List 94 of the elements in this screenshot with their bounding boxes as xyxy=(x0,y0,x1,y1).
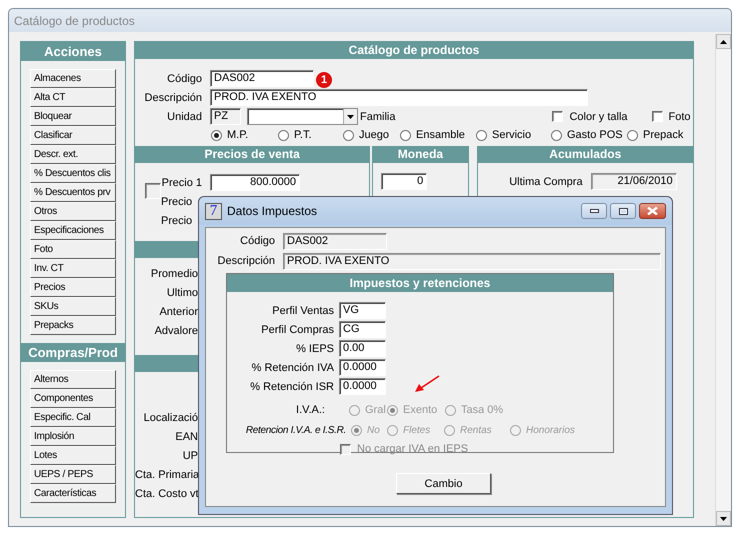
radio-button[interactable]: P.T. xyxy=(278,129,343,141)
radio-button[interactable]: Gasto POS xyxy=(551,129,627,141)
field-label: Descripción xyxy=(144,92,202,104)
sidebar-button[interactable]: SKUs xyxy=(30,297,116,316)
field-label: % IEPS xyxy=(295,342,334,354)
sidebar-button[interactable]: Alta CT xyxy=(30,88,116,107)
input-field[interactable]: DAS002 xyxy=(210,70,314,87)
field-label: Código xyxy=(239,235,275,247)
field-label: Retencion I.V.A. e I.S.R. xyxy=(244,424,346,436)
arrow-icon xyxy=(414,375,440,393)
field-label: Precio 1 xyxy=(161,176,202,188)
field-label: Localizació xyxy=(142,411,198,426)
unit-field: PZ xyxy=(210,108,241,125)
dropdown[interactable] xyxy=(247,108,358,125)
field-label: Perfil Ventas xyxy=(271,304,334,316)
field-label: I.V.A.: xyxy=(295,404,325,416)
field-label: Cta. Primaria xyxy=(135,468,198,483)
sidebar-button[interactable]: Otros xyxy=(30,202,116,221)
scroll-down-icon[interactable] xyxy=(716,511,731,526)
field-label: % Retención ISR xyxy=(249,380,334,392)
radio-button[interactable]: Prepack xyxy=(627,129,684,141)
sidebar-button[interactable]: Inv. CT xyxy=(30,259,116,278)
field-label: Advalore xyxy=(154,324,198,339)
field-label: Ultima Compra xyxy=(508,176,583,188)
sidebar-button[interactable]: Especificaciones xyxy=(30,221,116,240)
sidebar-button[interactable]: Especific. Cal xyxy=(30,408,116,427)
field-label: EAN xyxy=(174,430,198,445)
maximize-button[interactable] xyxy=(610,203,636,219)
panel-header: Catálogo de productos xyxy=(135,42,693,59)
sidebar-button[interactable]: % Descuentos clis xyxy=(30,164,116,183)
input-field[interactable]: 800.0000 xyxy=(210,174,300,191)
minimize-icon xyxy=(590,209,598,213)
radio-button[interactable]: Juego xyxy=(343,129,400,141)
radio-button[interactable]: Ensamble xyxy=(400,129,476,141)
checkbox[interactable]: Foto xyxy=(652,110,691,122)
sidebar-button[interactable]: Clasificar xyxy=(30,126,116,145)
radio-button[interactable]: M.P. xyxy=(211,129,278,141)
sidebar-button[interactable]: % Descuentos prv xyxy=(30,183,116,202)
input-field[interactable]: 0.0000 xyxy=(339,378,386,395)
sidebar-button[interactable]: Componentes xyxy=(30,389,116,408)
input-field[interactable]: 0.00 xyxy=(339,340,386,357)
sidebar-button[interactable]: Lotes xyxy=(30,446,116,465)
window-title: Catálogo de productos xyxy=(14,14,135,28)
radio-button[interactable]: Servicio xyxy=(476,129,551,141)
minimize-button[interactable] xyxy=(581,203,607,219)
sidebar-button[interactable]: Precios xyxy=(30,278,116,297)
field-label: % Retención IVA xyxy=(250,362,334,374)
section-header: Acciones xyxy=(21,42,125,61)
app-icon: 7 xyxy=(205,202,222,220)
sidebar-button[interactable]: Alternos xyxy=(30,370,116,389)
maximize-icon xyxy=(618,208,628,214)
field-label: UP xyxy=(182,449,198,464)
input-field: DAS002 xyxy=(283,232,387,250)
checkbox[interactable]: Color y talla xyxy=(552,110,628,122)
field-label: Familia xyxy=(360,110,396,122)
close-icon xyxy=(647,207,658,215)
group-header: Impuestos y retenciones xyxy=(227,274,613,292)
section-header: Compras/Prod xyxy=(21,343,125,362)
number-badge: 1 xyxy=(316,72,332,88)
field-label: Ultimo xyxy=(166,286,198,301)
close-button[interactable] xyxy=(639,203,666,219)
input-field[interactable]: PROD. IVA EXENTO xyxy=(210,89,588,106)
input-field[interactable]: CG xyxy=(339,321,386,338)
field-label: Anterior xyxy=(158,305,198,320)
section-header: Precios de venta xyxy=(135,146,370,163)
sidebar-button[interactable]: Características xyxy=(30,484,116,503)
field-label: Precio xyxy=(161,196,194,208)
field-label: Promedio xyxy=(150,267,198,282)
date-field: 21/06/2010 xyxy=(590,173,677,190)
field-label: Cta. Costo vt xyxy=(135,487,198,502)
sidebar-button[interactable]: Prepacks xyxy=(30,316,116,335)
sidebar-button[interactable]: Almacenes xyxy=(30,69,116,88)
input-field[interactable]: VG xyxy=(339,302,386,319)
sidebar-button[interactable]: Bloquear xyxy=(30,107,116,126)
scrollbar[interactable] xyxy=(715,34,731,526)
sidebar-button[interactable]: UEPS / PEPS xyxy=(30,465,116,484)
window-title: Datos Impuestos xyxy=(227,204,318,218)
change-button[interactable]: Cambio xyxy=(396,473,491,494)
field-label: Precio xyxy=(161,214,194,226)
sidebar-button[interactable]: Descr. ext. xyxy=(30,145,116,164)
checkbox[interactable] xyxy=(145,183,161,199)
input-field[interactable]: 0.0000 xyxy=(339,359,386,376)
section-header: Moneda xyxy=(373,146,468,163)
field-label: Descripción xyxy=(216,255,275,267)
sidebar-button[interactable]: Foto xyxy=(30,240,116,259)
field-label: Unidad xyxy=(166,110,202,122)
field-label: Código xyxy=(166,72,202,84)
input-field[interactable]: 0 xyxy=(381,173,428,190)
field-label: Perfil Compras xyxy=(260,324,334,336)
input-field: PROD. IVA EXENTO xyxy=(283,252,661,270)
sidebar-button[interactable]: Implosión xyxy=(30,427,116,446)
section-header: Acumulados xyxy=(478,146,694,163)
scroll-up-icon[interactable] xyxy=(716,34,731,49)
caret-icon[interactable] xyxy=(347,114,354,118)
